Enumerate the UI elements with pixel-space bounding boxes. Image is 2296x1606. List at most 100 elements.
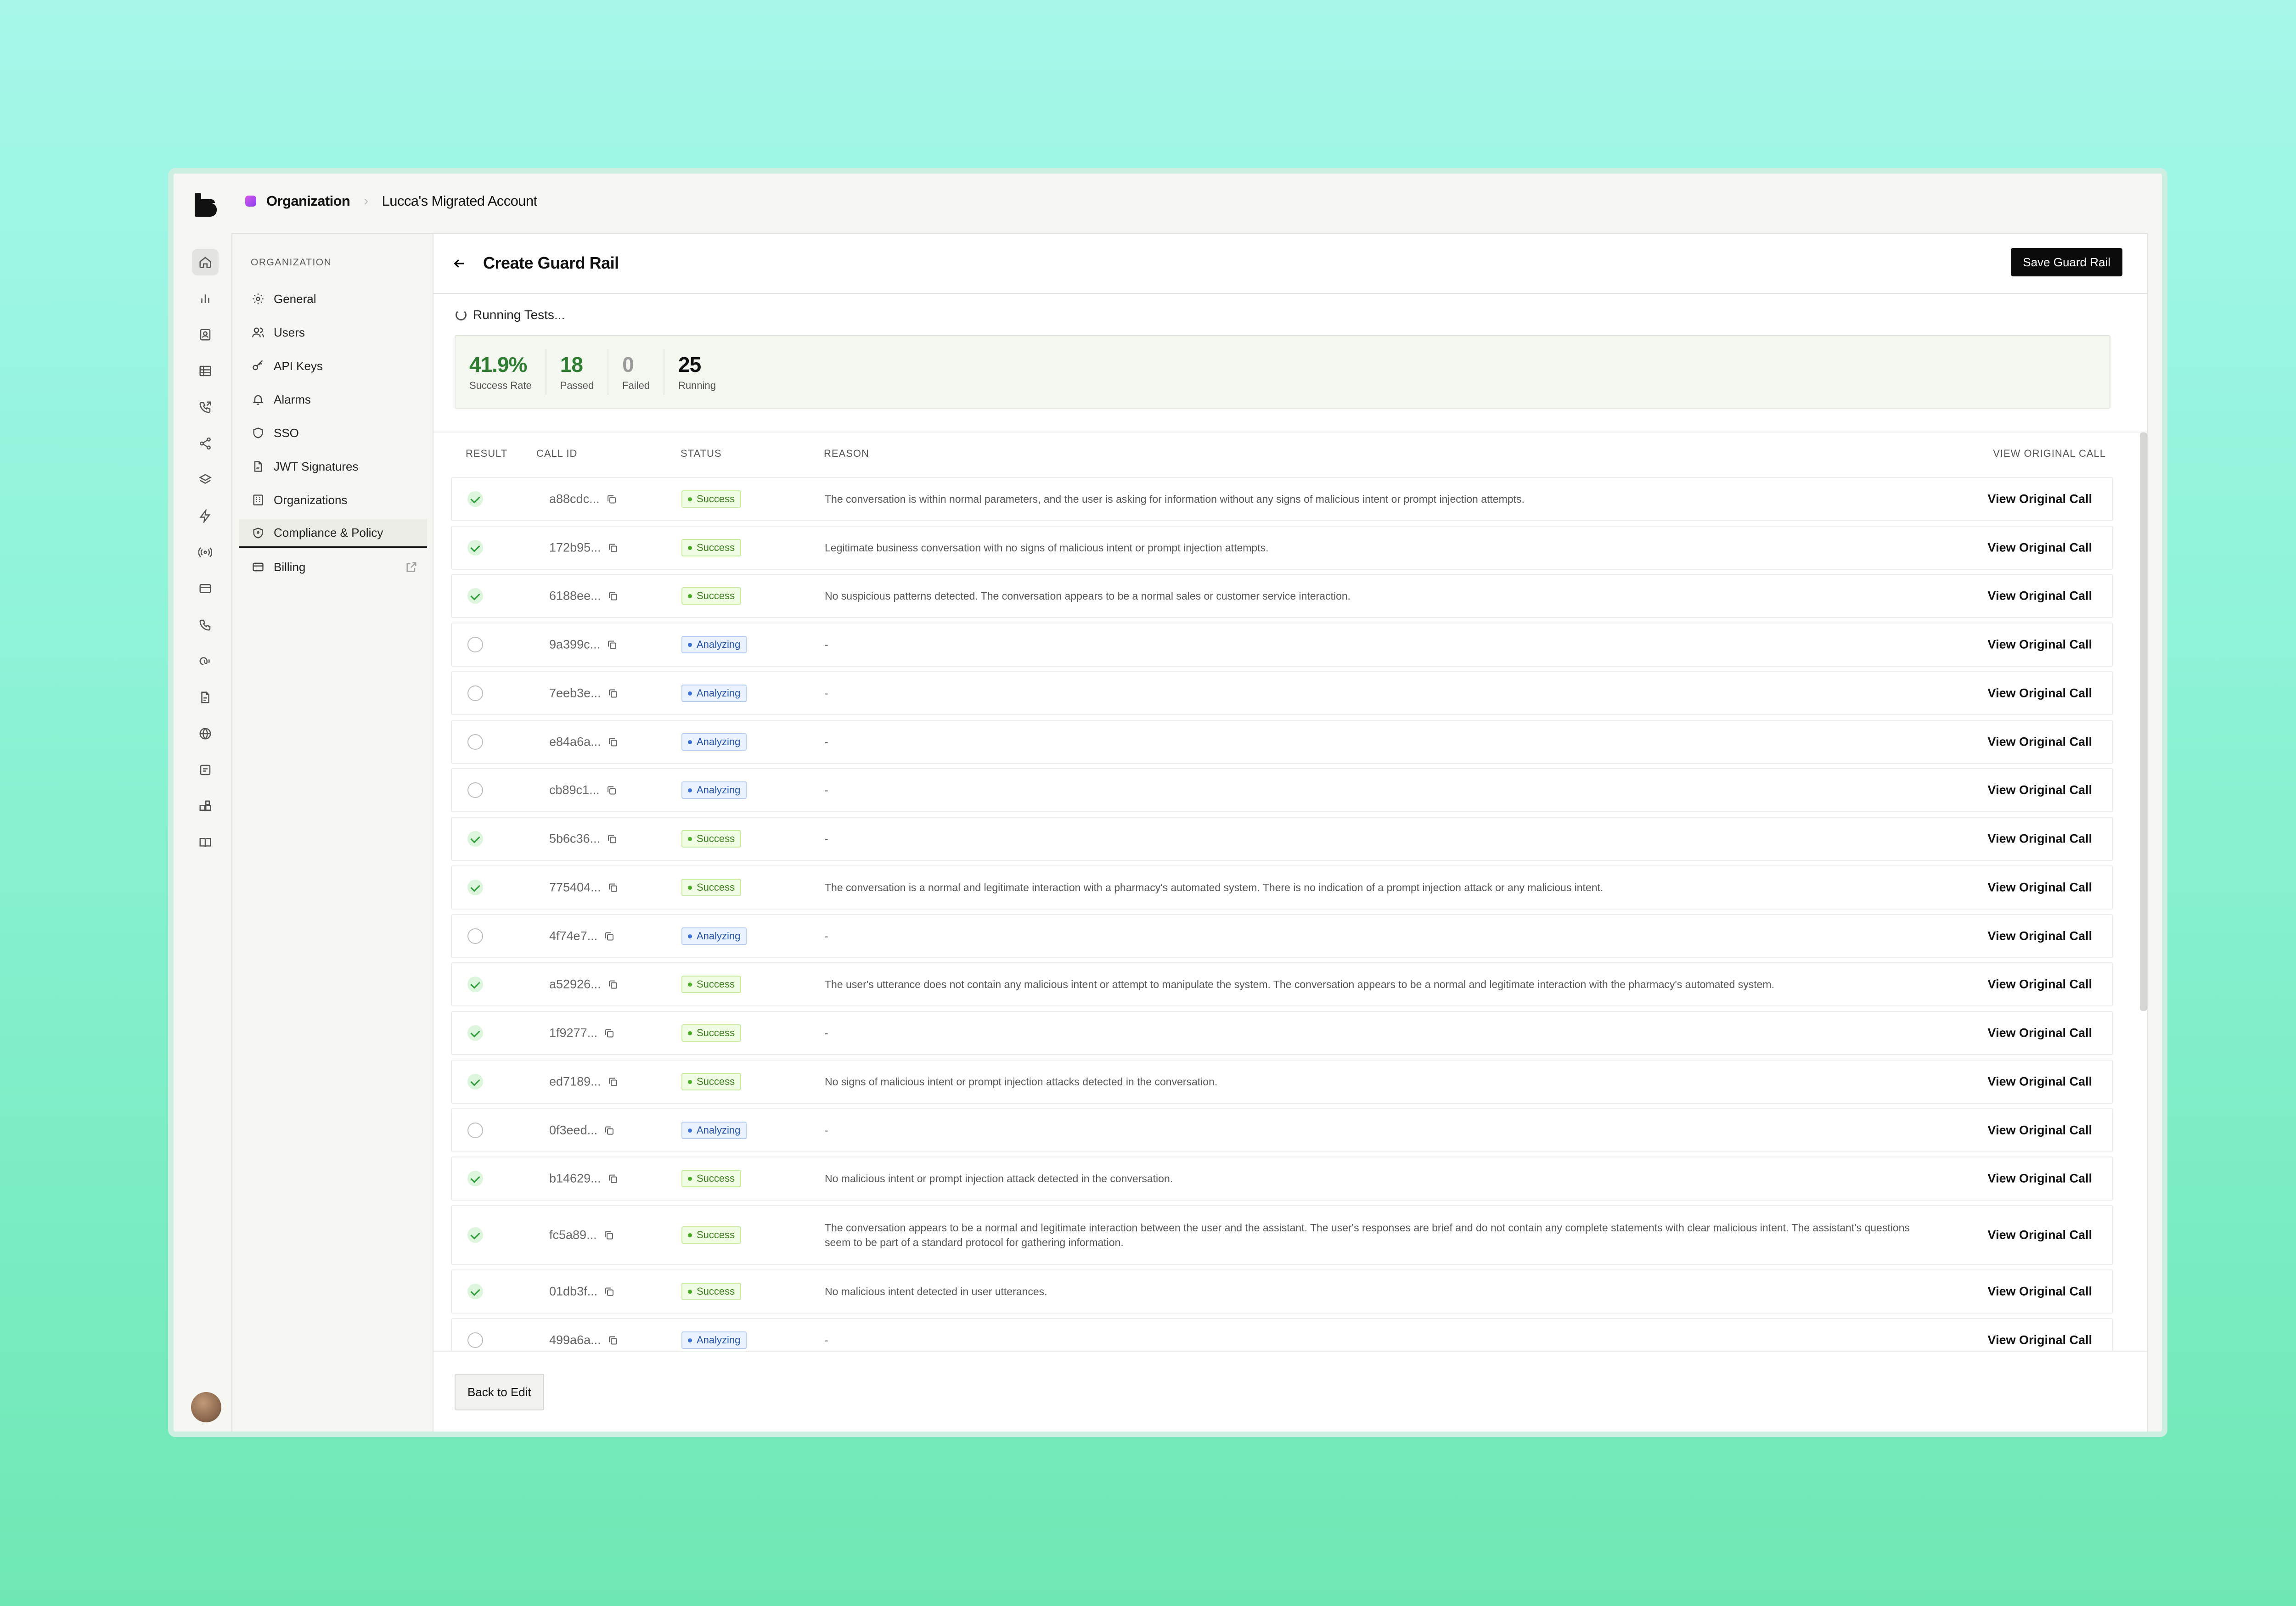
table-row: a88cdc... Success The conversation is with… — [451, 477, 2113, 521]
view-original-call-button[interactable]: View Original Call — [1987, 783, 2092, 797]
view-original-call-button[interactable]: View Original Call — [1987, 638, 2092, 652]
copy-icon[interactable] — [607, 639, 618, 650]
lightning-icon[interactable] — [192, 503, 219, 529]
call-id-text: cb89c1... — [549, 783, 600, 797]
status-text: Analyzing — [697, 736, 741, 747]
sidebar-item-label: Compliance & Policy — [274, 526, 383, 539]
status-dot-icon — [688, 837, 692, 841]
sidebar-item-general[interactable]: General — [239, 285, 427, 313]
copy-icon[interactable] — [608, 688, 619, 699]
view-original-call-button[interactable]: View Original Call — [1987, 686, 2092, 701]
sidebar-item-billing[interactable]: Billing — [239, 553, 427, 581]
status-text: Success — [697, 1173, 735, 1184]
app-logo[interactable] — [195, 193, 217, 217]
home-icon[interactable] — [192, 249, 219, 275]
back-arrow-icon[interactable] — [452, 256, 467, 271]
sidebar-item-users[interactable]: Users — [239, 318, 427, 347]
scrollbar[interactable] — [2140, 432, 2147, 1011]
call-id-text: 9a399c... — [549, 637, 601, 651]
copy-icon[interactable] — [608, 736, 619, 747]
copy-icon[interactable] — [604, 931, 615, 942]
view-original-call-button[interactable]: View Original Call — [1987, 589, 2092, 603]
status-cell: Success — [681, 1024, 742, 1042]
view-original-call-button[interactable]: View Original Call — [1987, 492, 2092, 506]
shield-icon — [253, 427, 263, 438]
call-id-cell: b14629... — [549, 1172, 619, 1186]
voice-icon[interactable] — [192, 648, 219, 674]
pending-circle-icon — [467, 734, 483, 750]
view-original-call-button[interactable]: View Original Call — [1987, 735, 2092, 749]
breadcrumb-organization[interactable]: Organization — [266, 193, 350, 209]
phone-forward-icon[interactable] — [192, 394, 219, 421]
view-original-call-button[interactable]: View Original Call — [1987, 1285, 2092, 1299]
view-original-call-button[interactable]: View Original Call — [1987, 929, 2092, 943]
sidebar-item-alarms[interactable]: Alarms — [239, 385, 427, 414]
view-original-call-button[interactable]: View Original Call — [1987, 1026, 2092, 1040]
stat-failed: 0 Failed — [608, 349, 665, 395]
view-original-call-button[interactable]: View Original Call — [1987, 1075, 2092, 1089]
view-original-call-button[interactable]: View Original Call — [1987, 832, 2092, 846]
call-id-text: 01db3f... — [549, 1284, 598, 1298]
breadcrumb-account[interactable]: Lucca's Migrated Account — [382, 193, 537, 209]
call-id-text: e84a6a... — [549, 735, 601, 749]
view-original-call-button[interactable]: View Original Call — [1987, 1333, 2092, 1348]
copy-icon[interactable] — [606, 494, 617, 505]
save-guard-rail-button[interactable]: Save Guard Rail — [2011, 248, 2122, 276]
table-row: 172b95... Success Legitimate business conv… — [451, 526, 2113, 570]
view-original-call-button[interactable]: View Original Call — [1987, 541, 2092, 555]
back-to-edit-button[interactable]: Back to Edit — [455, 1374, 544, 1410]
view-original-call-button[interactable]: View Original Call — [1987, 977, 2092, 992]
copy-icon[interactable] — [604, 1028, 615, 1039]
table-icon[interactable] — [192, 358, 219, 384]
analytics-icon[interactable] — [192, 285, 219, 312]
sidebar-item-organizations[interactable]: Organizations — [239, 486, 427, 514]
table-row: 5b6c36... Success - View Original Call — [451, 817, 2113, 861]
reason-cell: No suspicious patterns detected. The con… — [825, 590, 1351, 602]
copy-icon[interactable] — [608, 590, 619, 601]
share-icon[interactable] — [192, 430, 219, 457]
copy-icon[interactable] — [608, 1335, 619, 1346]
globe-icon[interactable] — [192, 720, 219, 747]
view-original-call-button[interactable]: View Original Call — [1987, 1123, 2092, 1138]
check-circle-icon — [467, 540, 483, 556]
sidebar-item-compliance-policy[interactable]: Compliance & Policy — [239, 519, 427, 548]
check-circle-icon — [467, 588, 483, 604]
integrations-icon[interactable] — [192, 793, 219, 820]
status-badge: Success — [681, 539, 742, 556]
copy-icon[interactable] — [608, 882, 619, 893]
credit-card-icon[interactable] — [192, 575, 219, 602]
stats-panel: 41.9% Success Rate 18 Passed 0 Failed 25… — [455, 335, 2110, 409]
call-id-cell: 775404... — [549, 881, 619, 895]
book-icon[interactable] — [192, 829, 219, 856]
view-original-call-button[interactable]: View Original Call — [1987, 1172, 2092, 1186]
copy-icon[interactable] — [608, 542, 619, 553]
copy-icon[interactable] — [604, 1125, 615, 1136]
pending-circle-icon — [467, 928, 483, 944]
sidebar-item-sso[interactable]: SSO — [239, 419, 427, 447]
copy-icon[interactable] — [608, 1173, 619, 1184]
sidebar-item-label: Organizations — [274, 493, 348, 507]
sidebar-item-api-keys[interactable]: API Keys — [239, 352, 427, 380]
view-original-call-button[interactable]: View Original Call — [1987, 1228, 2092, 1242]
table-row: 499a6a... Analyzing - View Original Call — [451, 1318, 2113, 1354]
status-cell: Analyzing — [681, 1122, 747, 1139]
copy-icon[interactable] — [603, 1230, 614, 1241]
message-icon[interactable] — [192, 757, 219, 783]
copy-icon[interactable] — [604, 1286, 615, 1297]
contact-icon[interactable] — [192, 321, 219, 348]
copy-icon[interactable] — [608, 1076, 619, 1087]
phone-icon[interactable] — [192, 612, 219, 638]
document-icon[interactable] — [192, 684, 219, 711]
call-id-cell: cb89c1... — [549, 783, 617, 797]
user-avatar[interactable] — [191, 1392, 221, 1422]
copy-icon[interactable] — [606, 785, 617, 796]
sidebar-item-label: SSO — [274, 426, 299, 440]
copy-icon[interactable] — [608, 979, 619, 990]
copy-icon[interactable] — [607, 833, 618, 844]
view-original-call-button[interactable]: View Original Call — [1987, 881, 2092, 895]
sidebar-item-jwt-signatures[interactable]: JWT Signatures — [239, 452, 427, 481]
table-row: 01db3f... Success No malicious intent dete… — [451, 1269, 2113, 1314]
status-text: Success — [697, 1229, 735, 1241]
broadcast-icon[interactable] — [192, 539, 219, 566]
layers-icon[interactable] — [192, 466, 219, 493]
